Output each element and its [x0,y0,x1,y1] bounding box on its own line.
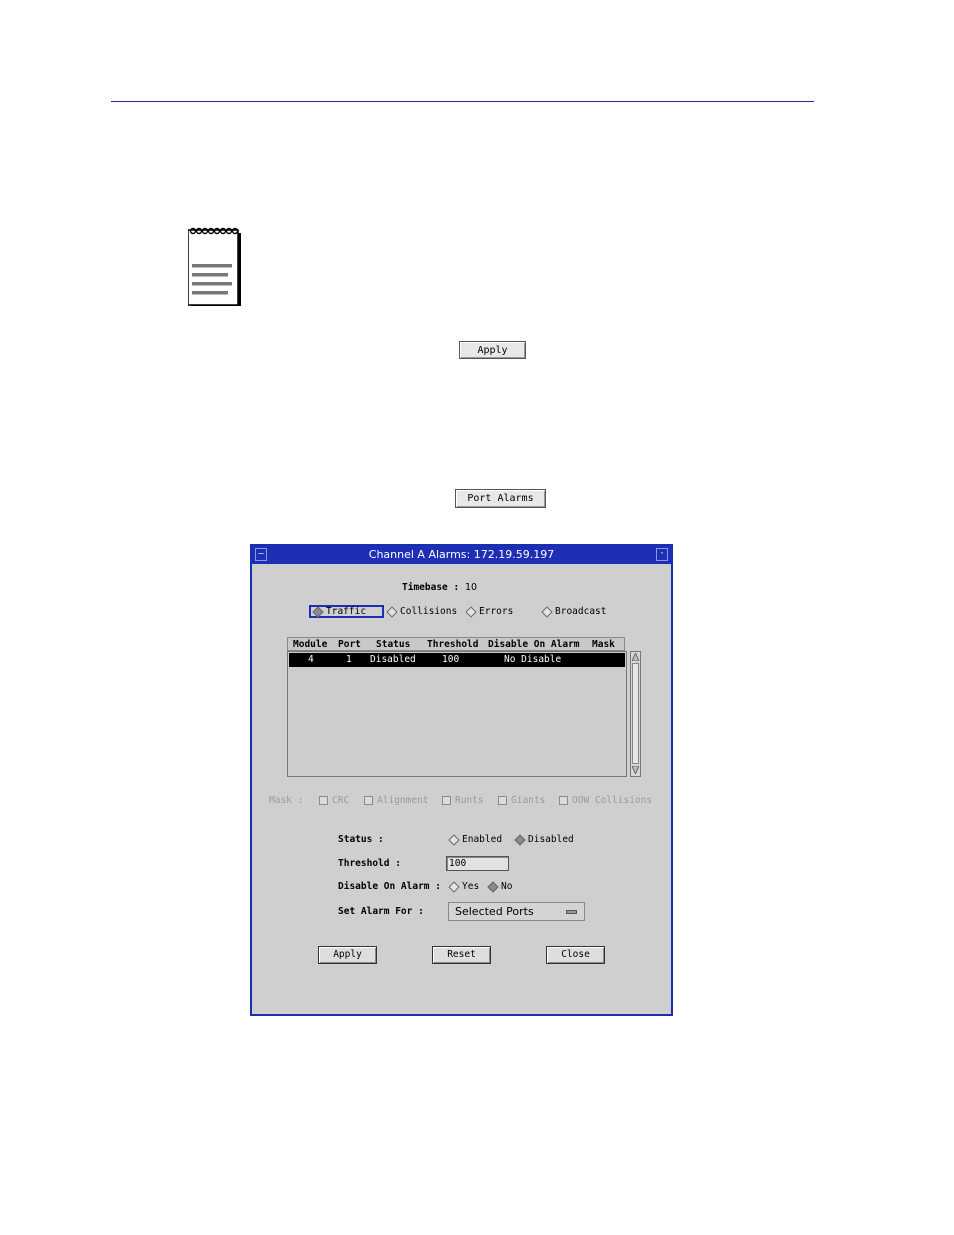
cell-threshold: 100 [442,654,460,665]
disabled-radio-icon [514,833,526,846]
set-alarm-for-label: Set Alarm For : [338,906,424,917]
mask-runts-label: Runts [455,795,484,806]
dialog-titlebar: Channel A Alarms: 172.19.59.197 [252,546,671,564]
mask-crc[interactable]: CRC [319,795,349,806]
col-mask: Mask [592,639,615,650]
col-disable-on-alarm: Disable On Alarm [488,639,580,650]
mask-oow-collisions[interactable]: OOW Collisions [559,795,652,806]
timebase-label: Timebase : [402,582,460,593]
radio-errors[interactable]: Errors [465,605,514,618]
runts-checkbox-icon [442,796,451,805]
window-menu-icon[interactable]: – [255,548,267,561]
mask-alignment[interactable]: Alignment [364,795,428,806]
mask-label: Mask : [269,795,304,806]
disable-yes-label: Yes [462,881,480,892]
collisions-radio-icon [386,605,398,618]
cell-disable-on-alarm: No Disable [504,654,562,665]
radio-broadcast[interactable]: Broadcast [541,605,607,618]
broadcast-radio-icon [541,605,553,618]
mask-giants-label: Giants [511,795,546,806]
col-threshold: Threshold [427,639,479,650]
traffic-radio-icon [312,605,324,618]
port-alarms-button[interactable]: Port Alarms [455,489,546,508]
apply-button[interactable]: Apply [318,946,377,964]
col-status: Status [376,639,411,650]
status-disabled-label: Disabled [528,834,574,845]
status-label: Status : [338,834,384,845]
scroll-up-icon[interactable] [632,653,639,661]
crc-checkbox-icon [319,796,328,805]
disable-yes-radio[interactable]: Yes [448,880,480,893]
set-alarm-for-select[interactable]: Selected Ports [448,902,585,921]
channel-alarms-dialog: Channel A Alarms: 172.19.59.197 – · Time… [250,544,673,1016]
status-enabled-label: Enabled [462,834,503,845]
set-alarm-for-value: Selected Ports [455,905,534,918]
enabled-radio-icon [448,833,460,846]
radio-broadcast-label: Broadcast [555,606,607,617]
radio-traffic[interactable]: Traffic [309,605,384,618]
option-menu-icon [566,910,577,914]
timebase-row: Timebase : 10 [402,582,477,593]
list-header: Module Port Status Threshold Disable On … [287,637,625,651]
cell-port: 1 [346,654,352,665]
cell-module: 4 [308,654,314,665]
dialog-title: Channel A Alarms: 172.19.59.197 [368,548,555,561]
threshold-label: Threshold : [338,858,401,869]
mask-oow-label: OOW Collisions [572,795,653,806]
col-module: Module [293,639,328,650]
scroll-thumb[interactable] [632,663,639,764]
mask-crc-label: CRC [332,795,350,806]
doc-apply-button[interactable]: Apply [459,341,526,359]
no-radio-icon [487,880,499,893]
note-icon [188,227,241,306]
status-disabled-radio[interactable]: Disabled [514,833,574,846]
threshold-input[interactable]: 100 [446,856,509,871]
col-port: Port [338,639,361,650]
alignment-checkbox-icon [364,796,373,805]
window-maximize-icon[interactable]: · [656,548,668,561]
scroll-down-icon[interactable] [632,766,639,774]
status-enabled-radio[interactable]: Enabled [448,833,503,846]
oow-checkbox-icon [559,796,568,805]
disable-no-label: No [501,881,513,892]
giants-checkbox-icon [498,796,507,805]
header-rule [111,101,814,102]
cell-status: Disabled [370,654,416,665]
reset-button[interactable]: Reset [432,946,491,964]
yes-radio-icon [448,880,460,893]
mask-alignment-label: Alignment [377,795,429,806]
errors-radio-icon [465,605,477,618]
disable-no-radio[interactable]: No [487,880,513,893]
list-scrollbar[interactable] [630,651,641,777]
radio-errors-label: Errors [479,606,514,617]
radio-collisions[interactable]: Collisions [386,605,458,618]
disable-on-alarm-label: Disable On Alarm : [338,881,441,892]
mask-runts[interactable]: Runts [442,795,484,806]
alarm-list[interactable]: 4 1 Disabled 100 No Disable [287,651,627,777]
close-button[interactable]: Close [546,946,605,964]
radio-collisions-label: Collisions [400,606,458,617]
mask-giants[interactable]: Giants [498,795,545,806]
table-row[interactable]: 4 1 Disabled 100 No Disable [289,653,625,667]
timebase-value: 10 [464,582,478,593]
radio-traffic-label: Traffic [326,606,367,617]
